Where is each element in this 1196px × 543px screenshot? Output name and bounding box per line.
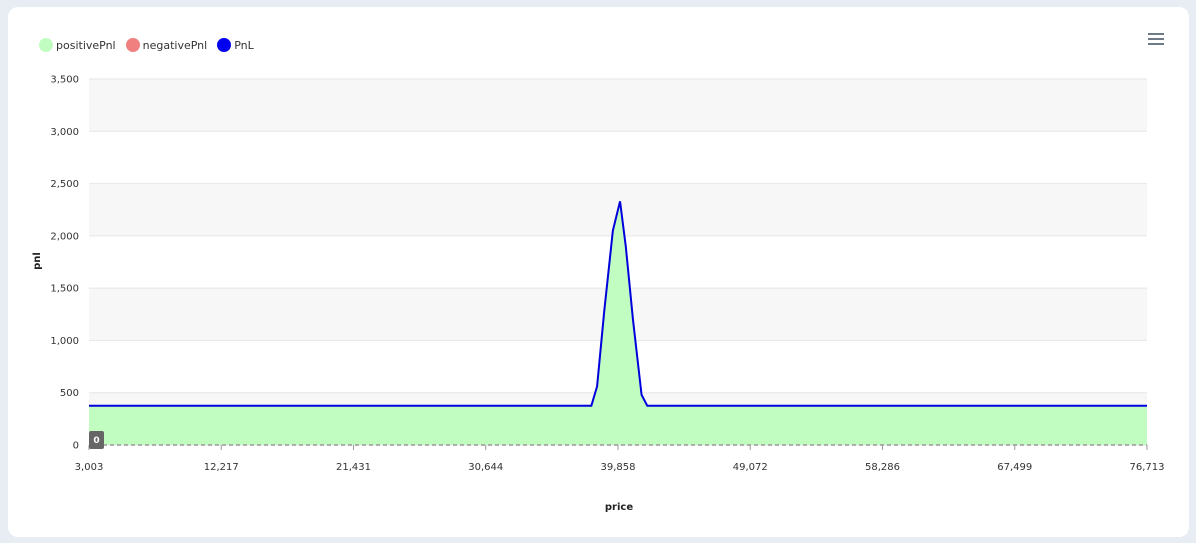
x-tick-label: 49,072 — [733, 462, 768, 473]
x-axis-ticks: 3,003 12,217 21,431 30,644 39,858 49,072 58,28… — [75, 445, 1165, 473]
y-axis-title: pnl — [32, 252, 43, 270]
x-tick-label: 30,644 — [468, 462, 503, 473]
y-tick-label: 2,000 — [50, 231, 79, 242]
grid-band — [89, 79, 1147, 132]
x-tick-label: 12,217 — [204, 462, 239, 473]
y-tick-label: 500 — [60, 388, 79, 399]
zero-marker: 0 — [89, 431, 104, 449]
x-axis-title: price — [605, 502, 633, 513]
pnl-chart: 0 500 1,000 1,500 2,000 2,500 3,000 3,500 3,003… — [32, 75, 1165, 514]
x-tick-label: 3,003 — [75, 462, 104, 473]
y-axis-ticks: 0 500 1,000 1,500 2,000 2,500 3,000 3,500 — [50, 75, 79, 452]
y-tick-label: 1,500 — [50, 284, 79, 295]
zero-marker-label: 0 — [93, 436, 99, 446]
x-tick-label: 21,431 — [336, 462, 371, 473]
y-tick-label: 0 — [73, 441, 79, 452]
y-tick-label: 3,000 — [50, 127, 79, 138]
x-tick-label: 67,499 — [997, 462, 1032, 473]
x-tick-label: 39,858 — [601, 462, 636, 473]
y-tick-label: 1,000 — [50, 336, 79, 347]
x-tick-label: 58,286 — [865, 462, 900, 473]
x-tick-label: 76,713 — [1130, 462, 1165, 473]
y-tick-label: 3,500 — [50, 75, 79, 86]
y-tick-label: 2,500 — [50, 179, 79, 190]
